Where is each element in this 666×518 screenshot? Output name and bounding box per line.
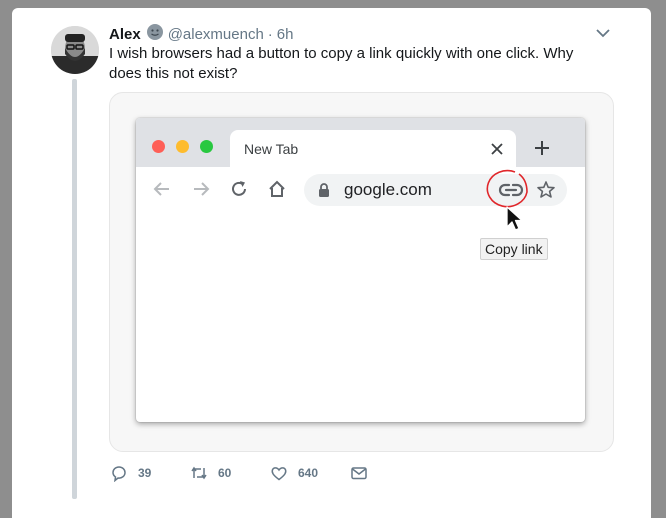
reply-button[interactable]: 39 <box>110 462 151 484</box>
browser-tab: New Tab <box>230 130 516 168</box>
retweet-icon <box>191 466 207 480</box>
message-button[interactable] <box>350 462 368 484</box>
avatar[interactable] <box>51 26 99 74</box>
reply-icon <box>112 466 126 482</box>
author-handle[interactable]: @alexmuench <box>168 26 264 43</box>
tweet-header: Alex @alexmuench · 6h <box>109 24 293 44</box>
browser-tab-bar: New Tab <box>136 118 585 168</box>
plus-icon <box>535 141 549 155</box>
forward-arrow-icon <box>194 182 210 196</box>
face-icon <box>146 23 164 45</box>
separator: · <box>267 25 273 43</box>
maximize-window-dot-icon <box>200 140 213 153</box>
avatar-portrait-icon <box>51 26 99 74</box>
copy-link-tooltip: Copy link <box>480 238 548 260</box>
back-arrow-icon <box>153 182 169 196</box>
star-icon <box>537 181 555 198</box>
address-url: google.com <box>344 180 432 199</box>
like-count: 640 <box>298 466 319 480</box>
close-icon <box>491 143 503 155</box>
envelope-icon <box>351 467 367 480</box>
tab-title: New Tab <box>244 141 299 157</box>
thread-line <box>72 79 77 499</box>
minimize-window-dot-icon <box>176 140 189 153</box>
home-icon <box>269 180 285 197</box>
tweet-text: I wish browsers had a button to copy a l… <box>109 45 574 82</box>
browser-mockup: New Tab google.com <box>136 118 585 422</box>
heart-icon <box>271 467 287 481</box>
reload-icon <box>232 181 246 196</box>
tweet-time[interactable]: 6h <box>277 26 294 43</box>
tweet-actions: 39 60 640 <box>110 462 510 484</box>
like-button[interactable]: 640 <box>270 462 318 484</box>
lock-icon <box>319 183 329 197</box>
retweet-button[interactable]: 60 <box>190 462 231 484</box>
chevron-down-icon[interactable] <box>595 26 611 40</box>
reply-count: 39 <box>138 466 152 480</box>
author-name[interactable]: Alex <box>109 26 141 43</box>
close-window-dot-icon <box>152 140 165 153</box>
retweet-count: 60 <box>218 466 232 480</box>
mouse-cursor-icon <box>506 206 523 231</box>
